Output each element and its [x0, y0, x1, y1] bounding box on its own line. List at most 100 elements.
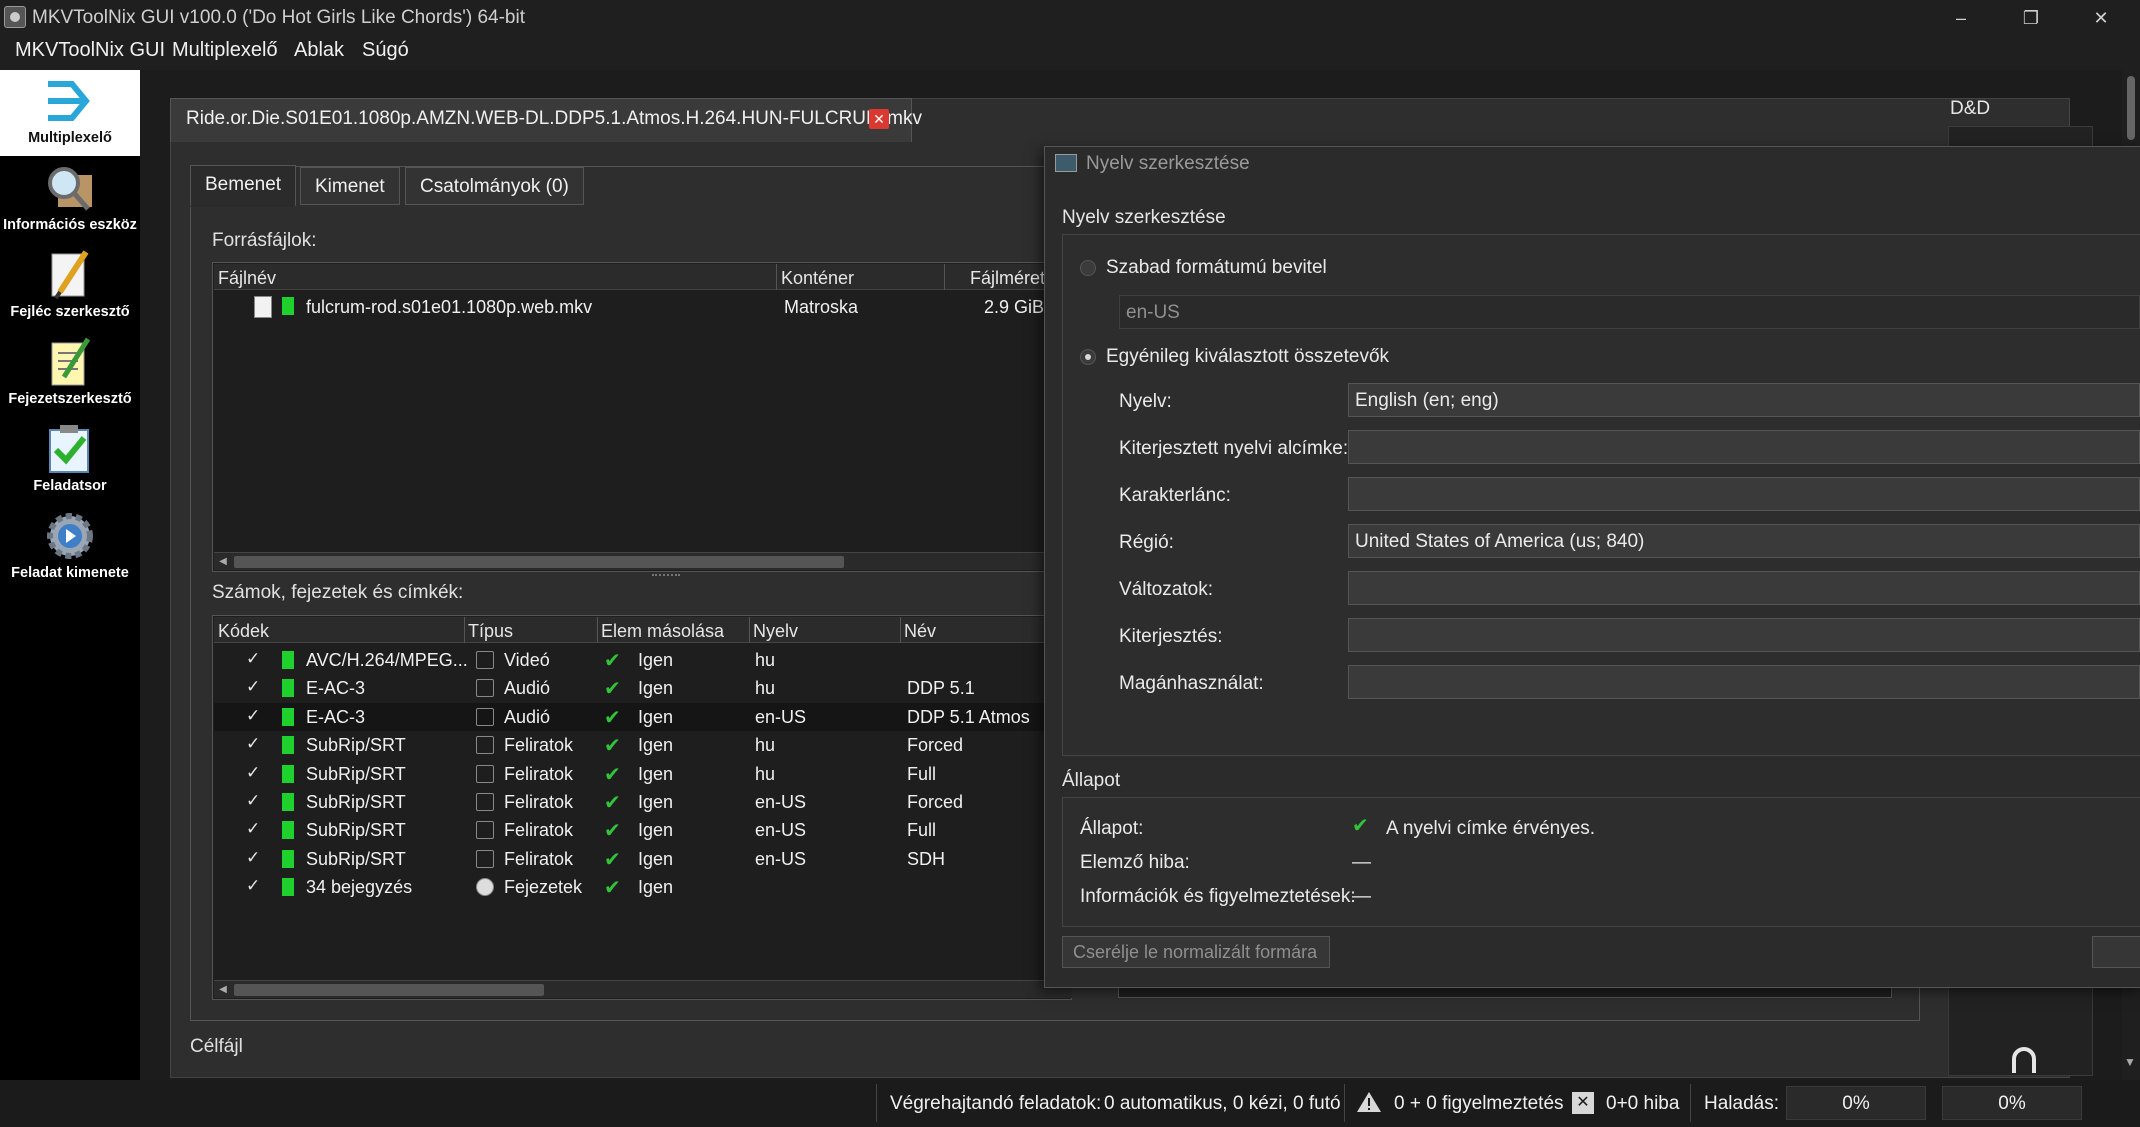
language-cell: hu	[755, 763, 776, 784]
table-row[interactable]: ✓ SubRip/SRT Feliratok ✔ Igen en-US Forced	[214, 788, 1072, 816]
table-row[interactable]: ✓ SubRip/SRT Feliratok ✔ Igen en-US Full	[214, 816, 1072, 844]
maximize-button[interactable]: ❐	[1996, 0, 2066, 36]
table-row[interactable]: ✓ 34 bejegyzés Fejezetek ✔ Igen	[214, 873, 1072, 901]
name-cell: Full	[907, 820, 937, 841]
checkbox-checked[interactable]: ✓	[246, 734, 260, 754]
magnet-icon	[2012, 1047, 2036, 1073]
copy-check-icon: ✔	[604, 735, 621, 758]
checkbox-checked[interactable]: ✓	[246, 677, 260, 697]
dialog-action-button[interactable]	[2092, 936, 2140, 968]
private-use-input[interactable]	[1348, 665, 2140, 699]
table-row[interactable]: fulcrum-rod.s01e01.1080p.web.mkv Matrosk…	[214, 293, 1072, 321]
horizontal-scrollbar[interactable]: ◀	[214, 552, 1072, 570]
variants-field-label: Változatok:	[1119, 579, 1213, 600]
sidebar-item-info-tool[interactable]: Információs eszköz	[0, 157, 140, 243]
tab-input[interactable]: Bemenet	[190, 165, 297, 207]
table-header: Fájlnév Konténer Fájlméret	[214, 264, 1072, 290]
name-cell: SDH	[907, 848, 946, 869]
status-indicator	[282, 707, 294, 726]
language-cell: hu	[755, 735, 776, 756]
status-indicator	[282, 764, 294, 783]
sidebar-item-header-editor[interactable]: Fejléc szerkesztő	[0, 244, 140, 330]
language-cell: hu	[755, 650, 776, 670]
free-form-label[interactable]: Szabad formátumú bevitel	[1106, 257, 1327, 279]
scroll-left-icon[interactable]: ◀	[216, 554, 230, 570]
script-select[interactable]	[1348, 477, 2140, 511]
checkbox-checked[interactable]: ✓	[246, 649, 260, 669]
checkbox-checked[interactable]: ✓	[246, 706, 260, 726]
menu-mkvtoolnix[interactable]: MKVToolNix GUI	[15, 39, 165, 62]
normalize-button[interactable]: Cserélje le normalizált formára	[1062, 936, 1330, 968]
variants-select[interactable]	[1348, 571, 2140, 605]
checkbox-checked[interactable]: ✓	[246, 819, 260, 839]
sidebar-item-job-queue[interactable]: Feladatsor	[0, 418, 140, 504]
tracks-table[interactable]: Kódek Típus Elem másolása Nyelv Név ✓ AVC…	[212, 615, 1072, 1000]
splitter-handle[interactable]	[652, 574, 680, 578]
type-cell: Feliratok	[504, 735, 574, 756]
error-icon[interactable]: ✕	[1572, 1092, 1594, 1114]
horizontal-scrollbar[interactable]: ◀	[214, 980, 1072, 998]
column-header[interactable]: Fájlnév	[218, 268, 276, 289]
scrollbar-thumb[interactable]	[234, 556, 844, 568]
table-row[interactable]: ✓ SubRip/SRT Feliratok ✔ Igen hu Forced	[214, 731, 1072, 759]
column-header[interactable]: Típus	[468, 621, 513, 642]
audio-icon	[476, 679, 494, 698]
components-label[interactable]: Egyénileg kiválasztott összetevők	[1106, 346, 1389, 368]
warning-icon[interactable]	[1356, 1090, 1382, 1114]
table-row[interactable]: ✓ SubRip/SRT Feliratok ✔ Igen hu Full	[214, 760, 1072, 788]
column-header[interactable]: Nyelv	[753, 621, 798, 642]
scrollbar-thumb[interactable]	[2127, 76, 2135, 140]
sidebar-item-job-output[interactable]: Feladat kimenete	[0, 505, 140, 591]
menu-multiplexer[interactable]: Multiplexelő	[172, 39, 278, 62]
column-header[interactable]: Kódek	[218, 621, 269, 642]
free-form-radio[interactable]	[1080, 260, 1096, 276]
region-select[interactable]: United States of America (us; 840)	[1348, 524, 2140, 558]
extension-input[interactable]	[1348, 618, 2140, 652]
warnings-count[interactable]: 0 + 0 figyelmeztetés	[1394, 1093, 1564, 1115]
components-radio[interactable]	[1080, 349, 1096, 365]
scroll-left-icon[interactable]: ◀	[216, 982, 230, 998]
close-tab-icon[interactable]: ✕	[869, 109, 889, 129]
close-window-button[interactable]: ✕	[2066, 0, 2136, 36]
column-header[interactable]: Elem másolása	[601, 621, 724, 642]
divider	[1690, 1084, 1691, 1122]
scroll-down-icon[interactable]: ▼	[2124, 1055, 2136, 1069]
language-cell: en-US	[755, 848, 807, 869]
table-row[interactable]: ✓ E-AC-3 Audió ✔ Igen en-US DDP 5.1 Atmos	[214, 702, 1072, 731]
checkbox-checked[interactable]: ✓	[246, 763, 260, 783]
extlang-select[interactable]	[1348, 430, 2140, 464]
copy-cell: Igen	[638, 763, 674, 784]
type-cell: Audió	[504, 678, 551, 699]
job-output-icon	[47, 513, 93, 559]
errors-count[interactable]: 0+0 hiba	[1606, 1093, 1679, 1115]
column-header[interactable]: Konténer	[781, 268, 854, 289]
tab-attachments[interactable]: Csatolmányok (0)	[405, 167, 584, 205]
copy-cell: Igen	[638, 820, 674, 841]
language-select[interactable]: English (en; eng)	[1348, 383, 2140, 417]
subtitles-icon	[476, 821, 494, 840]
file-name: fulcrum-rod.s01e01.1080p.web.mkv	[306, 297, 593, 317]
checkbox-checked[interactable]: ✓	[246, 848, 260, 868]
sidebar-item-multiplexer[interactable]: Multiplexelő	[0, 70, 140, 156]
extlang-field-label: Kiterjesztett nyelvi alcímke:	[1119, 438, 1349, 459]
table-row[interactable]: ✓ SubRip/SRT Feliratok ✔ Igen en-US SDH	[214, 845, 1072, 873]
column-divider	[464, 617, 465, 643]
sidebar-item-chapter-editor[interactable]: Fejezetszerkesztő	[0, 331, 140, 417]
sidebar-label: Információs eszköz	[3, 217, 137, 233]
file-tab-label[interactable]: Ride.or.Die.S01E01.1080p.AMZN.WEB-DL.DDP…	[186, 108, 922, 130]
minimize-button[interactable]: –	[1926, 0, 1996, 36]
column-header[interactable]: Név	[904, 621, 936, 642]
column-header[interactable]: Fájlméret	[970, 268, 1045, 289]
scrollbar-thumb[interactable]	[234, 984, 544, 996]
source-files-table[interactable]: Fájlnév Konténer Fájlméret fulcrum-rod.s…	[212, 262, 1072, 572]
multiplexer-icon	[48, 81, 90, 121]
tab-output[interactable]: Kimenet	[300, 167, 400, 205]
checkbox-checked[interactable]: ✓	[246, 876, 260, 896]
free-form-input[interactable]: en-US	[1119, 295, 2140, 329]
table-row[interactable]: ✓ AVC/H.264/MPEG... Videó ✔ Igen hu	[214, 646, 1072, 674]
table-row[interactable]: ✓ E-AC-3 Audió ✔ Igen hu DDP 5.1	[214, 674, 1072, 702]
menu-help[interactable]: Súgó	[362, 39, 409, 62]
column-divider	[597, 617, 598, 643]
menu-window[interactable]: Ablak	[294, 39, 344, 62]
checkbox-checked[interactable]: ✓	[246, 791, 260, 811]
